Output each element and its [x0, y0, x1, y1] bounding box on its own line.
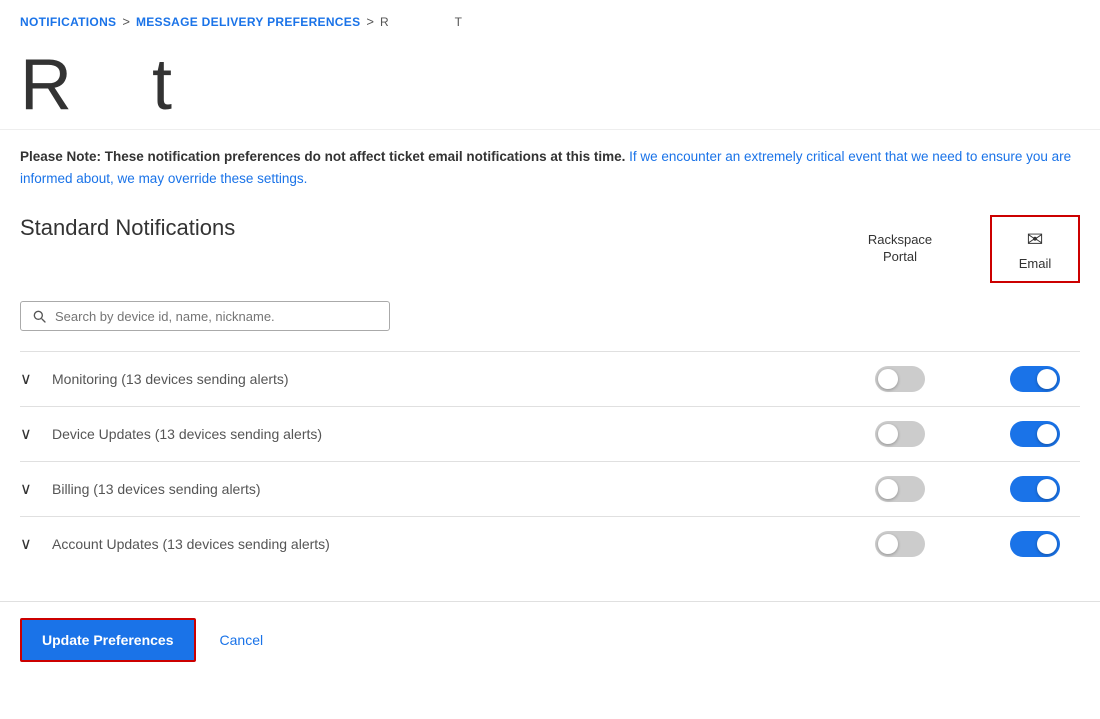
- search-input[interactable]: [55, 309, 379, 324]
- page-title-t: t: [152, 49, 172, 121]
- page-wrapper: NOTIFICATIONS > MESSAGE DELIVERY PREFERE…: [0, 0, 1100, 719]
- notif-label-billing: Billing (13 devices sending alerts): [52, 481, 840, 497]
- page-title-area: R t: [0, 39, 1100, 121]
- portal-toggle-account-updates-thumb: [878, 534, 898, 554]
- email-toggle-monitoring-track: [1010, 366, 1060, 392]
- portal-toggle-billing-track: [875, 476, 925, 502]
- email-toggle-monitoring-thumb: [1037, 369, 1057, 389]
- email-toggle-device-updates-track: [1010, 421, 1060, 447]
- portal-toggle-account-updates-track: [875, 531, 925, 557]
- columns-row: RackspacePortal ✉ Email: [840, 215, 1080, 283]
- search-box[interactable]: [20, 301, 390, 331]
- chevron-device-updates[interactable]: ∨: [20, 424, 52, 444]
- page-title-r: R: [20, 49, 72, 121]
- email-toggle-billing-track: [1010, 476, 1060, 502]
- email-toggle-device-updates[interactable]: [990, 421, 1080, 447]
- notif-row-account-updates: ∨ Account Updates (13 devices sending al…: [20, 516, 1080, 571]
- notice-bar: Please Note: These notification preferen…: [0, 129, 1100, 205]
- breadcrumb-sep-1: >: [122, 14, 130, 29]
- email-toggle-device-updates-thumb: [1037, 424, 1057, 444]
- chevron-account-updates[interactable]: ∨: [20, 534, 52, 554]
- portal-toggle-monitoring-thumb: [878, 369, 898, 389]
- col-email: ✉ Email: [990, 215, 1080, 283]
- portal-toggle-device-updates-track: [875, 421, 925, 447]
- email-toggle-account-updates-thumb: [1037, 534, 1057, 554]
- notif-label-monitoring: Monitoring (13 devices sending alerts): [52, 371, 840, 387]
- portal-toggle-device-updates[interactable]: [840, 421, 960, 447]
- chevron-monitoring[interactable]: ∨: [20, 369, 52, 389]
- portal-toggle-billing[interactable]: [840, 476, 960, 502]
- breadcrumb-notifications[interactable]: NOTIFICATIONS: [20, 15, 116, 29]
- notif-row-monitoring: ∨ Monitoring (13 devices sending alerts): [20, 351, 1080, 406]
- email-toggle-billing[interactable]: [990, 476, 1080, 502]
- breadcrumb: NOTIFICATIONS > MESSAGE DELIVERY PREFERE…: [0, 0, 1100, 39]
- section-title: Standard Notifications: [20, 215, 235, 241]
- notif-row-billing: ∨ Billing (13 devices sending alerts): [20, 461, 1080, 516]
- main-content: Standard Notifications RackspacePortal ✉…: [0, 205, 1100, 591]
- notif-label-account-updates: Account Updates (13 devices sending aler…: [52, 536, 840, 552]
- breadcrumb-current: R: [380, 15, 389, 29]
- search-icon: [31, 308, 47, 324]
- breadcrumb-extra: T: [455, 15, 462, 29]
- portal-toggle-monitoring-track: [875, 366, 925, 392]
- portal-toggle-account-updates[interactable]: [840, 531, 960, 557]
- notif-row-device-updates: ∨ Device Updates (13 devices sending ale…: [20, 406, 1080, 461]
- portal-toggle-device-updates-thumb: [878, 424, 898, 444]
- portal-toggle-billing-thumb: [878, 479, 898, 499]
- breadcrumb-mdp[interactable]: MESSAGE DELIVERY PREFERENCES: [136, 15, 360, 29]
- notifications-list: ∨ Monitoring (13 devices sending alerts): [20, 351, 1080, 571]
- email-toggle-monitoring[interactable]: [990, 366, 1080, 392]
- bottom-actions: Update Preferences Cancel: [0, 601, 1100, 678]
- col-rackspace-portal: RackspacePortal: [840, 232, 960, 266]
- breadcrumb-sep-2: >: [366, 14, 374, 29]
- notif-label-device-updates: Device Updates (13 devices sending alert…: [52, 426, 840, 442]
- cancel-button[interactable]: Cancel: [212, 620, 272, 660]
- email-icon: ✉: [1027, 227, 1044, 252]
- email-toggle-billing-thumb: [1037, 479, 1057, 499]
- email-toggle-account-updates[interactable]: [990, 531, 1080, 557]
- rackspace-portal-label: RackspacePortal: [868, 232, 932, 264]
- update-preferences-button[interactable]: Update Preferences: [20, 618, 196, 662]
- notice-bold: Please Note: These notification preferen…: [20, 149, 625, 164]
- email-toggle-account-updates-track: [1010, 531, 1060, 557]
- chevron-billing[interactable]: ∨: [20, 479, 52, 499]
- email-label: Email: [1019, 256, 1052, 271]
- portal-toggle-monitoring[interactable]: [840, 366, 960, 392]
